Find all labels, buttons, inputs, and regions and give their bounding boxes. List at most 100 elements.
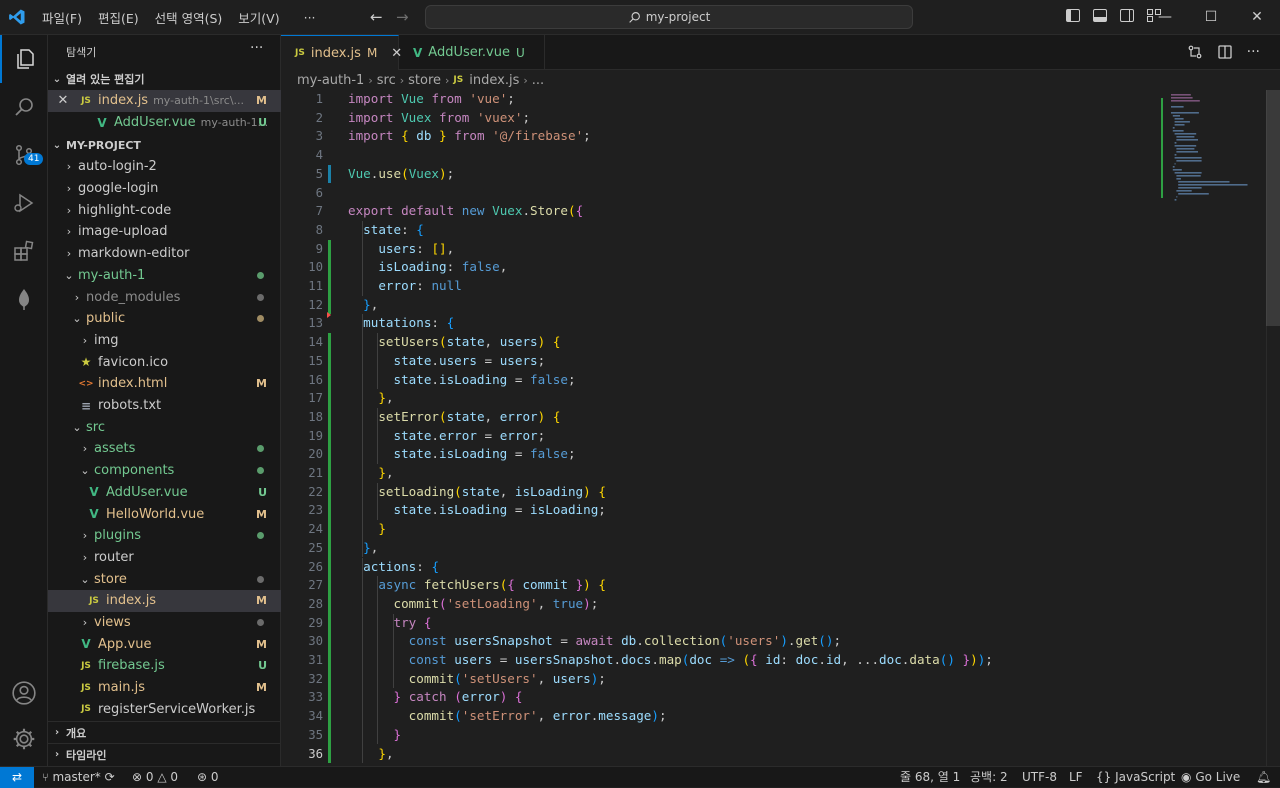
menu-selection[interactable]: 선택 영역(S)	[147, 8, 231, 27]
code-line[interactable]: state.isLoading = isLoading;	[348, 501, 606, 520]
compare-changes-icon[interactable]	[1187, 44, 1203, 60]
open-editor-index-js[interactable]: ✕ JS index.js my-auth-1\src\... M	[48, 90, 281, 112]
tree-item[interactable]: V AddUser.vue U	[48, 482, 281, 504]
remote-indicator-icon[interactable]: ⇄	[0, 767, 34, 788]
toggle-secondary-sidebar-icon[interactable]	[1120, 9, 1134, 22]
back-arrow-icon[interactable]: ←	[370, 8, 383, 26]
split-editor-icon[interactable]	[1217, 44, 1233, 60]
explorer-icon[interactable]	[0, 35, 48, 83]
tree-item[interactable]: › google-login	[48, 178, 281, 200]
close-window-button[interactable]: ✕	[1234, 0, 1280, 35]
breadcrumb-item[interactable]: ...	[532, 73, 544, 88]
editor-scrollbar[interactable]	[1266, 90, 1280, 766]
project-header[interactable]: ⌄ MY-PROJECT	[48, 134, 281, 156]
end-of-line[interactable]: LF	[1069, 767, 1083, 788]
code-line[interactable]: import Vuex from 'vuex';	[348, 109, 530, 128]
tree-item[interactable]: ⌄ public	[48, 308, 281, 330]
toggle-panel-icon[interactable]	[1093, 9, 1107, 22]
code-line[interactable]: setLoading(state, isLoading) {	[348, 483, 606, 502]
code-line[interactable]: setError(state, error) {	[348, 408, 560, 427]
code-line[interactable]: },	[348, 464, 393, 483]
code-line[interactable]: mutations: {	[348, 314, 454, 333]
forward-arrow-icon[interactable]: →	[396, 8, 409, 26]
tree-item[interactable]: › highlight-code	[48, 199, 281, 221]
language-mode[interactable]: {} JavaScript	[1096, 767, 1175, 788]
tree-item[interactable]: JS index.js M	[48, 590, 281, 612]
code-line[interactable]: async fetchUsers({ commit }) {	[348, 576, 606, 595]
tree-item[interactable]: › router	[48, 547, 281, 569]
command-center-search[interactable]: my-project	[425, 5, 913, 29]
tree-item[interactable]: ⌄ components	[48, 460, 281, 482]
tree-item[interactable]: › auto-login-2	[48, 156, 281, 178]
code-line[interactable]: error: null	[348, 277, 461, 296]
breadcrumb-item[interactable]: store	[408, 73, 441, 88]
code-line[interactable]: }	[348, 520, 386, 539]
tree-item[interactable]: <> index.html M	[48, 373, 281, 395]
code-line[interactable]: export default new Vuex.Store({	[348, 202, 583, 221]
tree-item[interactable]: › image-upload	[48, 221, 281, 243]
menu-more[interactable]: ···	[296, 10, 324, 25]
menu-edit[interactable]: 편집(E)	[90, 8, 147, 27]
tree-item[interactable]: JS firebase.js U	[48, 655, 281, 677]
timeline-header[interactable]: › 타임라인	[48, 743, 281, 765]
mongodb-icon[interactable]	[0, 275, 48, 323]
manage-gear-icon[interactable]	[0, 715, 48, 763]
encoding[interactable]: UTF-8	[1022, 767, 1057, 788]
open-editor-adduser-vue[interactable]: V AddUser.vue my-auth-1... U	[48, 112, 281, 134]
code-line[interactable]: state: {	[348, 221, 424, 240]
indentation[interactable]: 공백: 2	[970, 767, 1008, 788]
code-line[interactable]: },	[348, 296, 378, 315]
code-editor[interactable]: 1 import Vue from 'vue'; 2 import Vuex from…	[281, 90, 1280, 766]
tree-item[interactable]: ≡ robots.txt	[48, 395, 281, 417]
minimap[interactable]	[1161, 90, 1271, 210]
git-branch[interactable]: ⑂ master* ⟳	[42, 767, 115, 788]
notifications-bell-icon[interactable]: 🔔︎	[1256, 767, 1271, 788]
breadcrumb-item[interactable]: index.js	[469, 73, 519, 88]
tree-item[interactable]: ⌄ src	[48, 416, 281, 438]
code-line[interactable]: }	[348, 726, 402, 745]
tab-index-js[interactable]: JS index.js M ✕	[281, 35, 402, 70]
maximize-button[interactable]: ☐	[1188, 0, 1234, 35]
toggle-primary-sidebar-icon[interactable]	[1066, 9, 1080, 22]
code-line[interactable]: const users = usersSnapshot.docs.map(doc…	[348, 651, 993, 670]
ports-indicator[interactable]: ⊛ 0	[197, 767, 219, 788]
tree-item[interactable]: ⌄ store	[48, 568, 281, 590]
code-line[interactable]: setUsers(state, users) {	[348, 333, 560, 352]
tree-item[interactable]: › plugins	[48, 525, 281, 547]
outline-header[interactable]: › 개요	[48, 721, 281, 743]
menu-file[interactable]: 파일(F)	[34, 8, 90, 27]
code-line[interactable]: import { db } from '@/firebase';	[348, 127, 591, 146]
search-icon[interactable]	[0, 83, 48, 131]
scrollbar-thumb[interactable]	[1266, 90, 1280, 326]
tree-item[interactable]: › assets	[48, 438, 281, 460]
run-debug-icon[interactable]	[0, 179, 48, 227]
code-line[interactable]: state.isLoading = false;	[348, 371, 576, 390]
account-icon[interactable]	[0, 669, 48, 717]
code-line[interactable]: },	[348, 745, 393, 764]
code-line[interactable]: try {	[348, 614, 432, 633]
problems-indicator[interactable]: ⊗ 0 △ 0	[132, 767, 178, 788]
open-editors-header[interactable]: ⌄ 열려 있는 편집기	[48, 68, 281, 90]
code-line[interactable]: commit('setError', error.message);	[348, 707, 667, 726]
explorer-more-button[interactable]: ···	[250, 40, 263, 56]
menu-view[interactable]: 보기(V)	[230, 8, 287, 27]
code-line[interactable]: isLoading: false,	[348, 258, 507, 277]
code-line[interactable]: Vue.use(Vuex);	[348, 165, 454, 184]
breadcrumb-item[interactable]: my-auth-1	[297, 73, 364, 88]
tab-adduser-vue[interactable]: V AddUser.vue U	[399, 35, 545, 70]
extensions-icon[interactable]	[0, 227, 48, 275]
close-icon[interactable]: ✕	[48, 93, 78, 108]
code-line[interactable]: },	[348, 389, 393, 408]
code-line[interactable]: state.isLoading = false;	[348, 445, 576, 464]
tree-item[interactable]: › views	[48, 612, 281, 634]
code-line[interactable]: commit('setUsers', users);	[348, 670, 606, 689]
tree-item[interactable]: ⌄ my-auth-1	[48, 265, 281, 287]
go-live-button[interactable]: ◉ Go Live	[1181, 767, 1240, 788]
tree-item[interactable]: JS main.js M	[48, 677, 281, 699]
cursor-position[interactable]: 줄 68, 열 1	[900, 767, 960, 788]
code-line[interactable]: import Vue from 'vue';	[348, 90, 515, 109]
code-line[interactable]: commit('setLoading', true);	[348, 595, 599, 614]
breadcrumb-item[interactable]: src	[377, 73, 396, 88]
code-line[interactable]: } catch (error) {	[348, 688, 523, 707]
tree-item[interactable]: V App.vue M	[48, 633, 281, 655]
